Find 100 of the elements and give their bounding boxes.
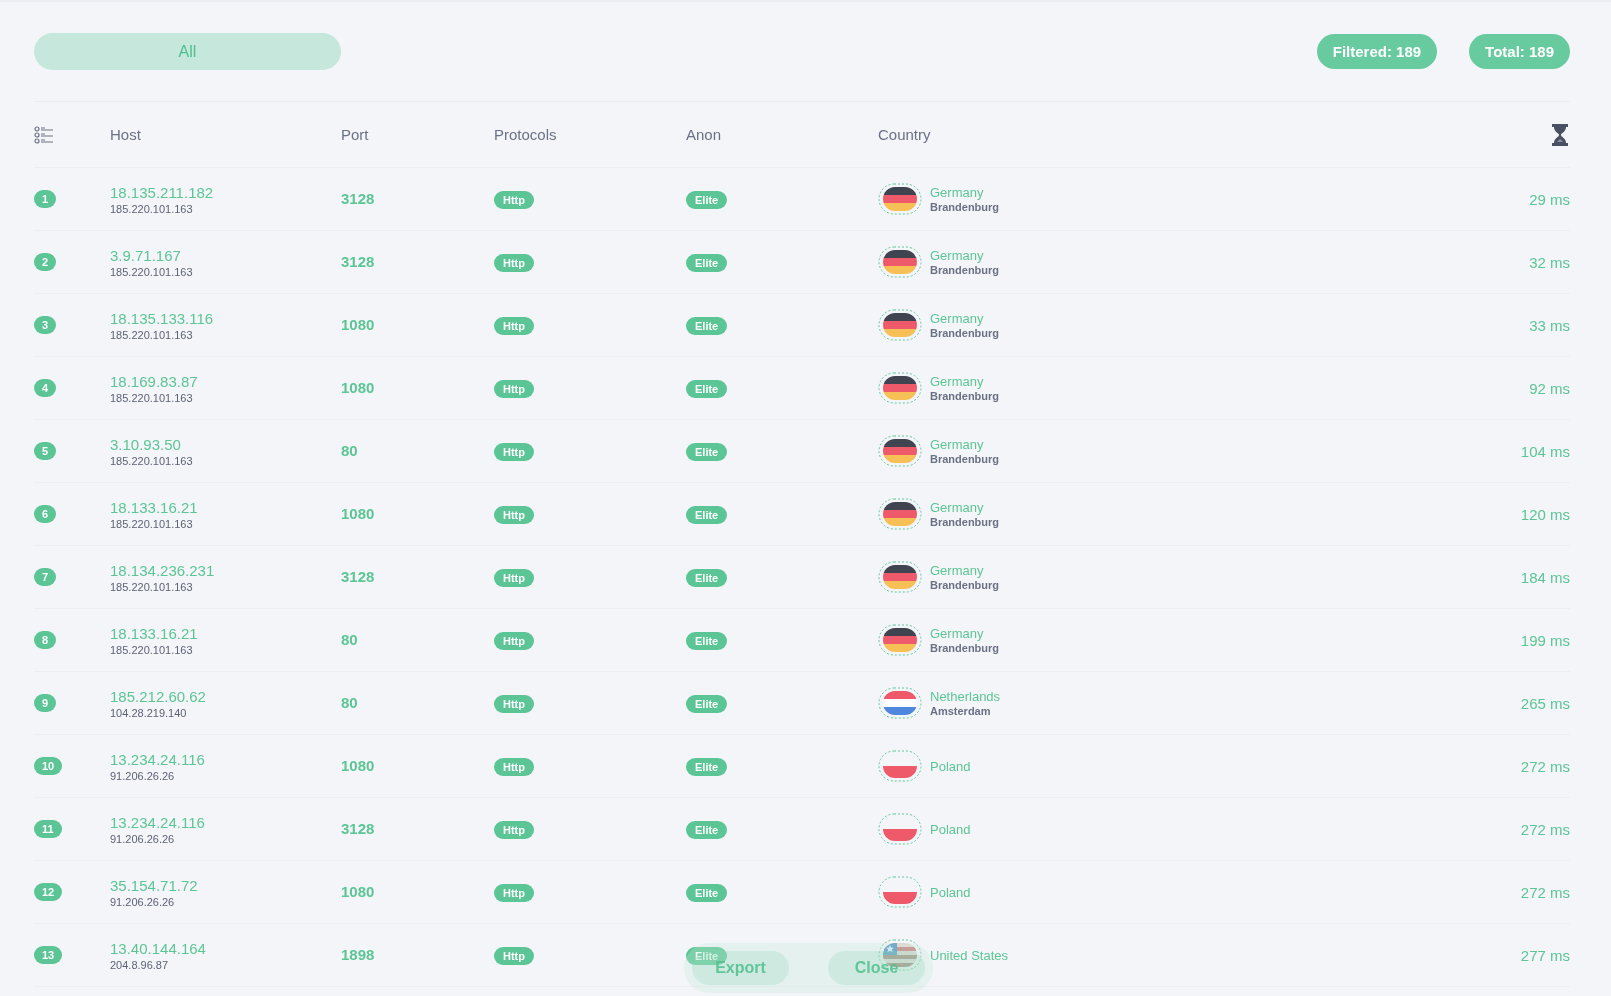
ip-address: 185.220.101.163 [110, 580, 194, 593]
list-icon [34, 125, 54, 144]
latency-value: 199 ms [1520, 631, 1570, 649]
host-link[interactable]: 3.10.93.50 [110, 435, 341, 453]
port-number: 1898 [341, 946, 375, 963]
filter-tab[interactable]: All [34, 33, 341, 70]
region-name: Brandenburg [930, 264, 1000, 276]
host-link[interactable]: 18.169.83.87 [110, 372, 341, 390]
ip-address: 204.8.96.87 [110, 958, 170, 971]
region-name: Amsterdam [930, 705, 992, 717]
protocol-tag: Http [494, 884, 534, 902]
anonymity-tag: Elite [686, 506, 728, 524]
latency-value: 184 ms [1520, 568, 1570, 586]
latency-value: 104 ms [1520, 442, 1570, 460]
host-link[interactable]: 13.234.24.116 [110, 750, 341, 768]
row-number: 9 [34, 694, 57, 712]
host-link[interactable]: 185.212.60.62 [110, 687, 341, 705]
anonymity-tag: Elite [686, 443, 728, 461]
port-number: 1080 [341, 379, 375, 396]
count-badge: Total: 189 [1469, 34, 1570, 69]
column-header[interactable]: Host [110, 125, 141, 143]
row-number: 12 [34, 883, 63, 901]
region-name: Brandenburg [930, 516, 1000, 528]
latency-value: 272 ms [1520, 820, 1570, 838]
region-name: Brandenburg [930, 642, 1000, 654]
row-number: 3 [34, 316, 57, 334]
country-name: Poland [930, 884, 971, 900]
protocol-tag: Http [494, 947, 534, 965]
row-number: 2 [34, 253, 57, 271]
port-number: 1080 [341, 505, 375, 522]
ip-address: 185.220.101.163 [110, 517, 194, 530]
ip-address: 185.220.101.163 [110, 202, 194, 215]
region-name: Brandenburg [930, 201, 1000, 213]
row-number: 11 [34, 820, 62, 838]
latency-value: 272 ms [1520, 883, 1570, 901]
latency-value: 33 ms [1529, 316, 1570, 334]
host-link[interactable]: 18.133.16.21 [110, 498, 341, 516]
latency-value: 277 ms [1520, 946, 1570, 964]
latency-value: 32 ms [1529, 253, 1570, 271]
anonymity-tag: Elite [686, 254, 728, 272]
port-number: 80 [341, 631, 358, 648]
region-name: Brandenburg [930, 327, 1000, 339]
country-name: Germany [930, 626, 985, 641]
protocol-tag: Http [494, 695, 534, 713]
country-name: Germany [930, 374, 985, 389]
column-header[interactable]: Port [341, 125, 369, 143]
protocol-tag: Http [494, 821, 534, 839]
port-number: 1080 [341, 757, 375, 774]
ip-address: 185.220.101.163 [110, 454, 194, 467]
port-number: 3128 [341, 190, 375, 207]
host-link[interactable]: 18.133.16.21 [110, 624, 341, 642]
ip-address: 91.206.26.26 [110, 769, 176, 782]
row-number: 4 [34, 379, 57, 397]
ip-address: 185.220.101.163 [110, 328, 194, 341]
latency-value: 120 ms [1520, 505, 1570, 523]
host-link[interactable]: 3.9.71.167 [110, 246, 341, 264]
protocol-tag: Http [494, 758, 534, 776]
port-number: 3128 [341, 820, 375, 837]
ip-address: 185.220.101.163 [110, 643, 194, 656]
protocol-tag: Http [494, 569, 534, 587]
port-number: 80 [341, 694, 358, 711]
protocol-tag: Http [494, 443, 534, 461]
protocol-tag: Http [494, 254, 534, 272]
host-link[interactable]: 18.135.133.116 [110, 309, 341, 327]
country-name: Germany [930, 248, 985, 263]
anonymity-tag: Elite [686, 632, 728, 650]
row-number: 8 [34, 631, 57, 649]
anonymity-tag: Elite [686, 380, 728, 398]
host-link[interactable]: 18.135.211.182 [110, 183, 341, 201]
protocol-tag: Http [494, 380, 534, 398]
country-name: Germany [930, 311, 985, 326]
host-link[interactable]: 18.134.236.231 [110, 561, 341, 579]
host-link[interactable]: 13.234.24.116 [110, 813, 341, 831]
column-header[interactable]: Anon [686, 125, 722, 143]
anonymity-tag: Elite [686, 569, 728, 587]
port-number: 1080 [341, 883, 375, 900]
port-number: 1080 [341, 316, 375, 333]
anonymity-tag: Elite [686, 695, 728, 713]
action-button[interactable]: Close [828, 951, 925, 985]
port-number: 3128 [341, 568, 375, 585]
column-header[interactable]: Country [878, 126, 931, 143]
protocol-tag: Http [494, 191, 534, 209]
row-number: 5 [34, 442, 57, 460]
country-name: Poland [930, 821, 971, 837]
host-link[interactable]: 13.40.144.164 [110, 939, 341, 957]
anonymity-tag: Elite [686, 884, 728, 902]
ip-address: 91.206.26.26 [110, 895, 176, 908]
count-badge: Filtered: 189 [1316, 34, 1438, 69]
column-header[interactable]: Protocols [494, 125, 557, 143]
row-number: 7 [34, 568, 57, 586]
country-name: Germany [930, 563, 985, 578]
row-number: 10 [34, 757, 63, 775]
port-number: 80 [341, 442, 358, 459]
anonymity-tag: Elite [686, 758, 728, 776]
ip-address: 104.28.219.140 [110, 706, 188, 719]
row-number: 6 [34, 505, 57, 523]
latency-value: 272 ms [1520, 757, 1570, 775]
host-link[interactable]: 35.154.71.72 [110, 876, 341, 894]
country-name: United States [930, 947, 1009, 963]
ip-address: 185.220.101.163 [110, 265, 194, 278]
